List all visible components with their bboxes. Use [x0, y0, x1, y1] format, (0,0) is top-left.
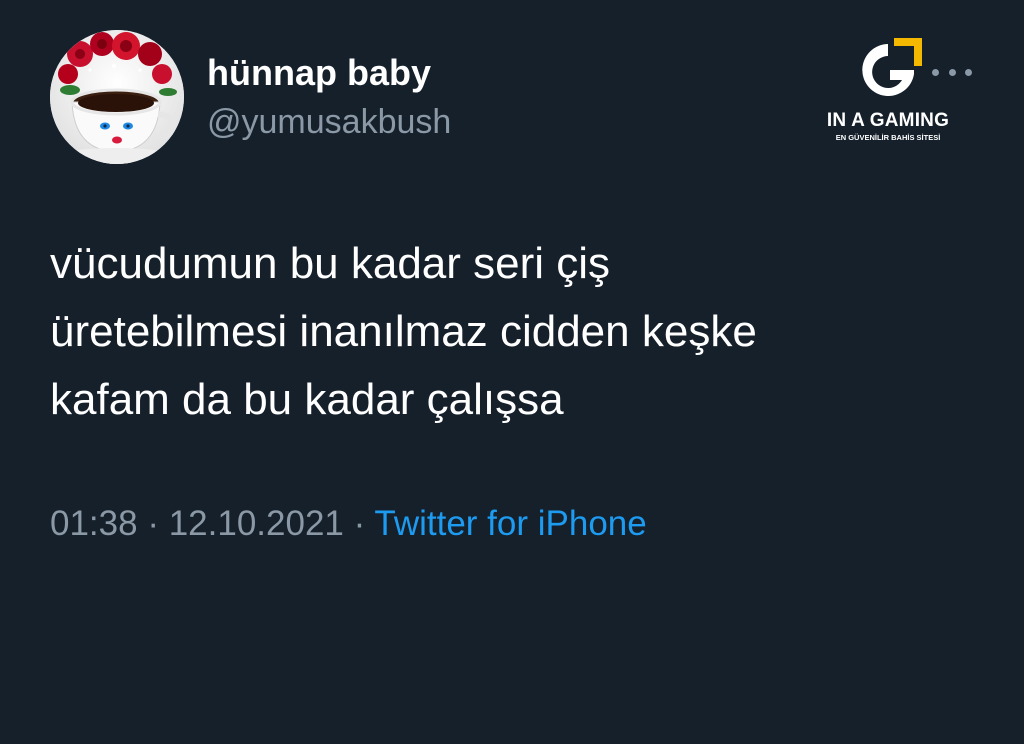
more-dot-icon	[965, 68, 972, 76]
coffee-cup-roses-avatar-icon	[50, 30, 184, 164]
more-dot-icon	[932, 68, 939, 76]
display-name[interactable]: hünnap baby	[207, 52, 431, 94]
tweet-card: hünnap baby @yumusakbush IN A GAMING EN …	[0, 0, 1024, 744]
tweet-time[interactable]: 01:38	[50, 504, 138, 543]
more-dot-icon	[948, 68, 956, 76]
tweet-source-link[interactable]: Twitter for iPhone	[374, 504, 646, 543]
tweet-text-line: kafam da bu kadar çalışsa	[50, 375, 564, 424]
g-logo-icon	[862, 38, 922, 96]
watermark: IN A GAMING EN GÜVENİLİR BAHİS SİTESİ	[808, 34, 978, 154]
tweet-meta: 01:38 · 12.10.2021 · Twitter for iPhone	[50, 504, 647, 544]
tweet-text-line: vücudumun bu kadar seri çiş	[50, 239, 611, 288]
meta-separator: ·	[147, 504, 159, 543]
more-options-button[interactable]	[932, 62, 972, 82]
watermark-subtitle: EN GÜVENİLİR BAHİS SİTESİ	[835, 133, 941, 142]
watermark-title: IN A GAMING	[826, 110, 950, 131]
tweet-text: vücudumun bu kadar seri çiş üretebilmesi…	[50, 230, 950, 434]
avatar[interactable]	[50, 30, 184, 164]
tweet-text-line: üretebilmesi inanılmaz cidden keşke	[50, 307, 757, 356]
tweet-date[interactable]: 12.10.2021	[169, 504, 344, 543]
meta-separator: ·	[353, 504, 366, 543]
user-handle[interactable]: @yumusakbush	[207, 103, 451, 142]
